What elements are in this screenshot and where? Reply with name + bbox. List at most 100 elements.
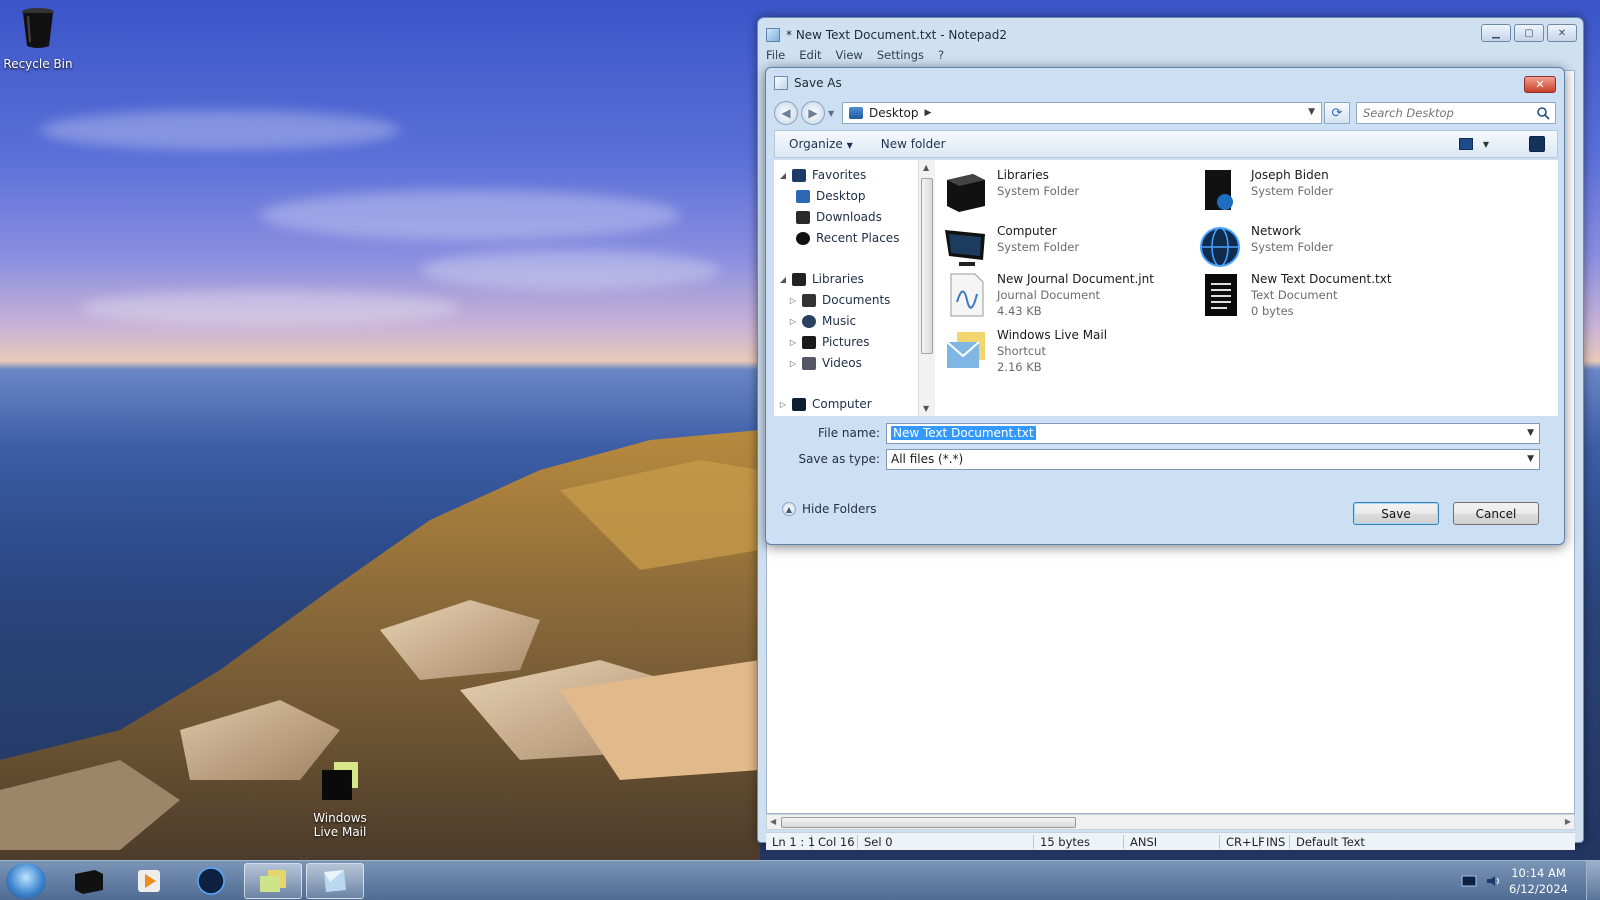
tree-item-favorites[interactable]: ◢ Favorites: [778, 166, 866, 184]
breadcrumb-chevron-icon[interactable]: ▶: [925, 108, 932, 118]
tree-item-computer[interactable]: ▷ Computer: [778, 395, 872, 413]
file-name-value[interactable]: New Text Document.txt: [891, 426, 1036, 440]
file-name: New Text Document.txt: [1251, 272, 1392, 286]
refresh-button[interactable]: ⟳: [1324, 102, 1350, 124]
file-item-joseph-biden[interactable]: Joseph Biden System Folder: [1197, 168, 1447, 222]
organize-button[interactable]: Organize ▼: [775, 137, 867, 151]
file-list: Libraries System Folder Joseph Biden Syste…: [935, 160, 1558, 416]
mail-icon: [260, 870, 286, 892]
navigation-bar: ◀ ▶ ▼ Desktop ▶ ▼ ⟳: [774, 100, 1558, 126]
tree-item-desktop[interactable]: Desktop: [792, 187, 866, 205]
address-bar[interactable]: Desktop ▶ ▼: [842, 102, 1322, 124]
collapse-arrow-icon[interactable]: ◢: [778, 275, 788, 284]
file-item-network[interactable]: Network System Folder: [1197, 224, 1447, 278]
scroll-left-icon[interactable]: ◀: [770, 817, 776, 826]
taskbar-app-explorer[interactable]: [60, 863, 118, 899]
save-type-dropdown-icon[interactable]: ▼: [1527, 454, 1534, 464]
navigation-pane-scrollbar[interactable]: ▲ ▼: [918, 160, 935, 416]
scroll-right-icon[interactable]: ▶: [1565, 817, 1571, 826]
cloud: [420, 250, 720, 290]
media-player-icon: [138, 870, 160, 892]
search-input[interactable]: [1363, 106, 1528, 120]
desktop-icon-windows-live-mail[interactable]: Windows Live Mail: [300, 760, 380, 839]
taskbar-app-mail[interactable]: [244, 863, 302, 899]
cloud: [260, 190, 680, 240]
forward-button[interactable]: ▶: [801, 101, 825, 125]
volume-icon[interactable]: [1485, 874, 1501, 888]
videos-icon: [802, 356, 816, 370]
minimize-button[interactable]: ▁: [1481, 24, 1511, 42]
cancel-button[interactable]: Cancel: [1453, 502, 1539, 525]
address-dropdown-icon[interactable]: ▼: [1308, 107, 1315, 117]
maximize-button[interactable]: ▢: [1514, 24, 1544, 42]
search-icon[interactable]: [1536, 106, 1550, 120]
file-item-libraries[interactable]: Libraries System Folder: [943, 168, 1193, 222]
scrollbar-thumb[interactable]: [921, 178, 933, 354]
refresh-icon: ⟳: [1331, 105, 1343, 121]
expand-arrow-icon[interactable]: ▷: [788, 338, 798, 347]
collapse-arrow-icon[interactable]: ◢: [778, 171, 788, 180]
explorer-icon: [75, 870, 103, 894]
expand-arrow-icon[interactable]: ▷: [788, 296, 798, 305]
scroll-down-icon[interactable]: ▼: [923, 404, 929, 413]
file-type: System Folder: [997, 240, 1080, 254]
file-name-dropdown-icon[interactable]: ▼: [1527, 428, 1534, 438]
view-controls: ▼: [1458, 136, 1557, 152]
horizontal-scrollbar[interactable]: ◀ ▶: [766, 814, 1575, 830]
expand-arrow-icon[interactable]: ▷: [778, 400, 788, 409]
taskbar-app-browser[interactable]: [182, 863, 240, 899]
address-location[interactable]: Desktop: [869, 106, 919, 120]
menu-file[interactable]: File: [766, 48, 785, 62]
show-desktop-button[interactable]: [1586, 861, 1600, 900]
tree-item-recent-places[interactable]: Recent Places: [792, 229, 899, 247]
menu-edit[interactable]: Edit: [799, 48, 821, 62]
file-name-input[interactable]: New Text Document.txt ▼: [886, 422, 1540, 444]
tree-item-label: Downloads: [816, 210, 882, 224]
network-globe-icon: [1200, 227, 1240, 267]
tree-item-documents[interactable]: ▷ Documents: [788, 291, 891, 309]
downloads-icon: [796, 210, 810, 224]
tree-item-pictures[interactable]: ▷ Pictures: [788, 333, 870, 351]
new-folder-button[interactable]: New folder: [867, 137, 960, 151]
scroll-up-icon[interactable]: ▲: [923, 163, 929, 172]
file-name: Libraries: [997, 168, 1049, 182]
back-button[interactable]: ◀: [774, 101, 798, 125]
hide-folders-label: Hide Folders: [802, 502, 877, 516]
help-icon[interactable]: [1529, 136, 1545, 152]
expand-arrow-icon[interactable]: ▷: [788, 317, 798, 326]
file-item-journal-document[interactable]: New Journal Document.jnt Journal Document…: [943, 272, 1193, 326]
change-view-icon[interactable]: [1458, 138, 1473, 150]
status-scheme: Default Text: [1296, 834, 1365, 849]
file-item-windows-live-mail[interactable]: Windows Live Mail Shortcut 2.16 KB: [943, 328, 1193, 382]
taskbar-app-notepad2[interactable]: [306, 863, 364, 899]
close-button[interactable]: ✕: [1547, 24, 1577, 42]
hide-folders-button[interactable]: ▲ Hide Folders: [782, 502, 877, 516]
start-button[interactable]: [6, 863, 46, 899]
menu-view[interactable]: View: [836, 48, 863, 62]
tree-item-downloads[interactable]: Downloads: [792, 208, 882, 226]
tree-item-libraries[interactable]: ◢ Libraries: [778, 270, 864, 288]
tree-item-music[interactable]: ▷ Music: [788, 312, 856, 330]
save-type-select[interactable]: All files (*.*) ▼: [886, 448, 1540, 470]
menu-help[interactable]: ?: [938, 48, 944, 62]
taskbar-app-media-player[interactable]: [120, 863, 178, 899]
file-size: 0 bytes: [1251, 304, 1294, 318]
globe-icon: [197, 867, 225, 895]
view-dropdown-icon[interactable]: ▼: [1483, 140, 1489, 149]
desktop-icon-recycle-bin[interactable]: Recycle Bin: [0, 6, 78, 71]
expand-arrow-icon[interactable]: ▷: [788, 359, 798, 368]
tree-item-videos[interactable]: ▷ Videos: [788, 354, 862, 372]
menu-settings[interactable]: Settings: [877, 48, 924, 62]
window-title-bar[interactable]: * New Text Document.txt - Notepad2: [766, 25, 1007, 45]
minimize-icon: ▁: [1492, 27, 1500, 39]
system-clock[interactable]: 10:14 AM 6/12/2024: [1509, 865, 1568, 897]
save-button[interactable]: Save: [1353, 502, 1439, 525]
network-status-icon[interactable]: [1461, 874, 1477, 888]
dialog-title-bar[interactable]: Save As: [774, 76, 842, 90]
recent-locations-dropdown[interactable]: ▼: [828, 109, 838, 118]
file-item-computer[interactable]: Computer System Folder: [943, 224, 1193, 278]
file-item-new-text-document[interactable]: New Text Document.txt Text Document 0 byte…: [1197, 272, 1447, 326]
search-box[interactable]: [1356, 102, 1556, 124]
scrollbar-thumb[interactable]: [781, 817, 1076, 828]
dialog-close-button[interactable]: ✕: [1524, 76, 1556, 93]
